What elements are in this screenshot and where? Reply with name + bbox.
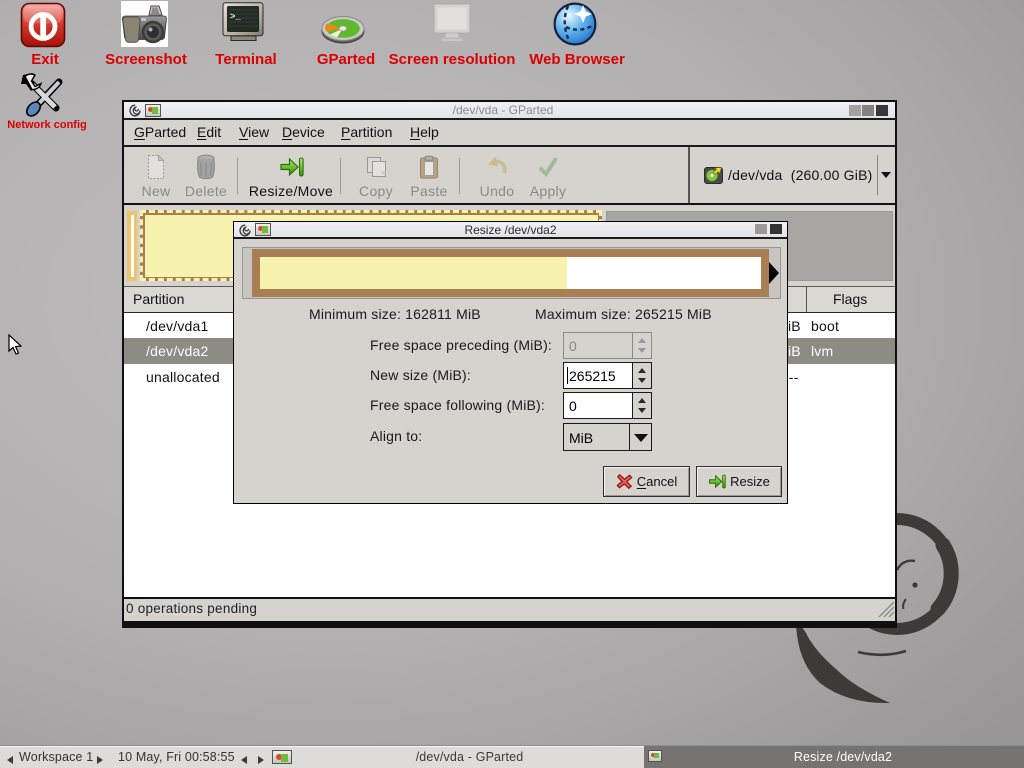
svg-text:>_: >_ bbox=[230, 12, 241, 22]
